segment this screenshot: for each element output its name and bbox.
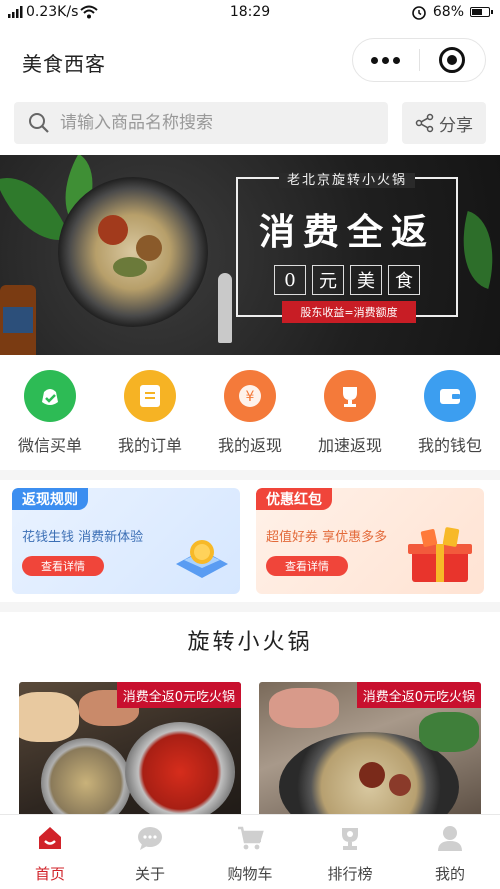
promo-details-button[interactable]: 查看详情: [22, 556, 104, 576]
alarm-icon: [412, 6, 426, 20]
promo-desc: 花钱生钱 消费新体验: [22, 530, 144, 545]
promo-card-red-packet[interactable]: 优惠红包 超值好券 享优惠多多 查看详情: [256, 488, 484, 594]
quick-menu: 微信买单 我的订单 ¥ 我的返现 加速返现 我的钱包: [0, 370, 500, 462]
wallet-icon: [424, 370, 476, 422]
share-button[interactable]: 分享: [402, 102, 486, 144]
tab-label: 关于: [134, 865, 165, 883]
quick-item-label: 加速返现: [317, 436, 382, 455]
promo-tag: 返现规则: [12, 488, 88, 510]
search-bar[interactable]: [14, 102, 388, 144]
order-icon: [124, 370, 176, 422]
more-dots-icon[interactable]: [353, 56, 419, 64]
promo-details-button[interactable]: 查看详情: [266, 556, 348, 576]
quick-item-cashback[interactable]: ¥ 我的返现: [200, 370, 300, 456]
banner-sub-char: 元: [312, 265, 344, 295]
quick-item-label: 我的返现: [217, 436, 282, 455]
tab-label: 购物车: [227, 865, 273, 883]
tab-label: 首页: [34, 865, 65, 883]
product-tag: 消费全返0元吃火锅: [116, 682, 241, 708]
cart-icon: [235, 823, 265, 853]
tab-bar: 首页 关于 购物车 排行榜 我的: [0, 814, 500, 889]
banner-sub-char: 美: [350, 265, 382, 295]
search-icon: [29, 113, 49, 133]
page-title: 美食西客: [22, 52, 106, 76]
tab-mine[interactable]: 我的: [400, 823, 500, 884]
banner-headline: 消费全返: [258, 211, 435, 253]
tab-label: 排行榜: [327, 865, 373, 883]
status-bar: 0.23K/s 18:29 68%: [0, 0, 500, 26]
coin-box-icon: [176, 540, 228, 578]
bottle-image: [0, 285, 36, 355]
svg-text:¥: ¥: [246, 389, 255, 405]
tab-label: 我的: [434, 865, 465, 883]
trophy-icon: [324, 370, 376, 422]
product-card[interactable]: 消费全返0元吃火锅: [259, 682, 481, 822]
target-icon[interactable]: [420, 47, 486, 73]
tab-about[interactable]: 关于: [100, 823, 200, 884]
banner-small-title: 老北京旋转小火锅: [238, 169, 456, 188]
battery-percent: 68%: [432, 4, 464, 20]
battery-fill: [472, 9, 483, 15]
banner-sub-char: 食: [388, 265, 420, 295]
mini-program-capsule: [352, 38, 486, 82]
search-input[interactable]: [60, 113, 360, 133]
tab-ranking[interactable]: 排行榜: [300, 823, 400, 884]
section-title: 旋转小火锅: [187, 630, 313, 655]
promo-card-cashback-rules[interactable]: 返现规则 花钱生钱 消费新体验 查看详情: [12, 488, 240, 594]
battery-icon: [470, 7, 493, 17]
tab-home[interactable]: 首页: [0, 823, 100, 884]
status-right: 68%: [411, 4, 493, 20]
product-card[interactable]: 消费全返0元吃火锅: [19, 682, 241, 822]
share-icon: [415, 113, 434, 133]
gift-box-icon: [408, 527, 472, 582]
quick-item-speed-cashback[interactable]: 加速返现: [300, 370, 400, 456]
hotpot-bowl-image: [58, 177, 208, 327]
user-icon: [435, 823, 465, 853]
quick-item-wallet[interactable]: 我的钱包: [400, 370, 500, 456]
home-icon: [35, 823, 65, 853]
banner-board: 老北京旋转小火锅 消费全返 0 元 美 食: [236, 173, 458, 317]
chat-icon: [135, 823, 165, 853]
promo-tag: 优惠红包: [256, 488, 332, 510]
banner-sub: 0 元 美 食: [266, 265, 428, 297]
quick-item-wechat-pay[interactable]: 微信买单: [0, 370, 100, 456]
quick-item-label: 我的订单: [117, 436, 182, 455]
yen-icon: ¥: [224, 370, 276, 422]
tab-cart[interactable]: 购物车: [200, 823, 300, 884]
product-tag: 消费全返0元吃火锅: [356, 682, 481, 708]
header: 美食西客: [0, 30, 500, 90]
banner-sub-char: 0: [274, 265, 306, 295]
quick-item-label: 微信买单: [17, 436, 82, 455]
spoon-image: [218, 273, 232, 343]
banner-tag: 股东收益=消费额度: [282, 301, 416, 323]
quick-item-orders[interactable]: 我的订单: [100, 370, 200, 456]
wechat-pay-icon: [24, 370, 76, 422]
section-divider: [0, 470, 500, 480]
quick-item-label: 我的钱包: [417, 436, 482, 455]
promo-desc: 超值好券 享优惠多多: [266, 530, 388, 545]
banner[interactable]: 老北京旋转小火锅 消费全返 0 元 美 食 股东收益=消费额度: [0, 155, 500, 355]
ranking-icon: [335, 823, 365, 853]
section-divider: [0, 602, 500, 612]
share-label: 分享: [439, 115, 473, 136]
